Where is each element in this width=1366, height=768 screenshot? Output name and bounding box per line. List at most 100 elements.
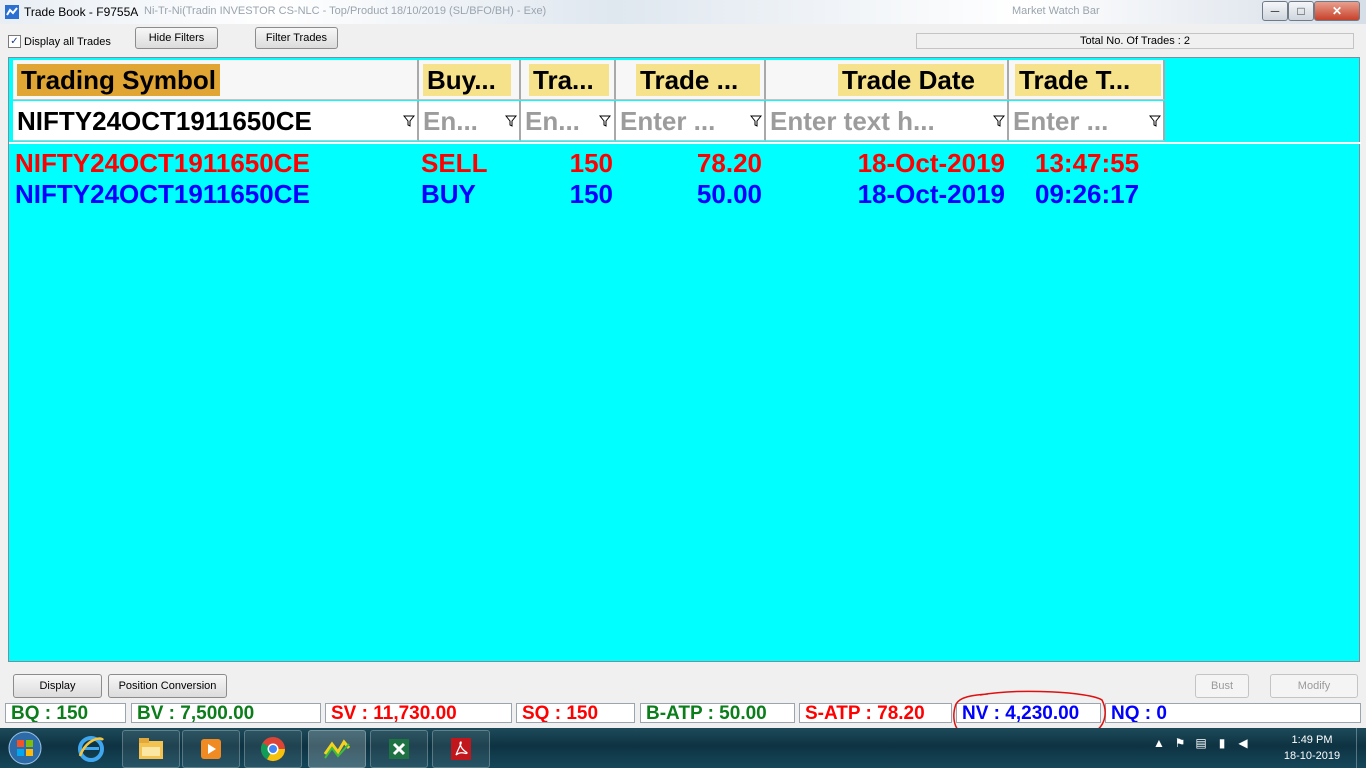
- filter-cell-trade-price[interactable]: Enter ...: [616, 101, 766, 141]
- taskbar-ie[interactable]: [62, 730, 120, 768]
- stat-sell-quantity: SQ : 150: [516, 703, 635, 723]
- taskbar-chrome[interactable]: [244, 730, 302, 768]
- taskbar-explorer[interactable]: [122, 730, 180, 768]
- taskbar-pdf-reader[interactable]: [432, 730, 490, 768]
- stat-buy-atp: B-ATP : 50.00: [640, 703, 795, 723]
- stat-text: NQ : 0: [1111, 703, 1167, 723]
- checkbox-checked-icon[interactable]: ✓: [8, 35, 21, 48]
- modify-button[interactable]: Modify: [1270, 674, 1358, 698]
- filter-text-buy-sell[interactable]: En...: [423, 104, 503, 138]
- filter-funnel-icon[interactable]: [403, 115, 415, 127]
- cell-symbol: NIFTY24OCT1911650CE: [15, 179, 310, 209]
- header-label: Trading Symbol: [17, 64, 221, 96]
- cell-time: 09:26:17: [1035, 179, 1140, 209]
- filter-funnel-icon[interactable]: [599, 115, 611, 127]
- filter-text-trade-price[interactable]: Enter ...: [620, 104, 742, 138]
- hide-filters-label: Hide Filters: [148, 32, 205, 44]
- trade-grid: Trading Symbol Buy... Tra... Trade ... T…: [8, 57, 1361, 662]
- column-header-trading-symbol[interactable]: Trading Symbol: [13, 60, 419, 100]
- filter-text-trade-time[interactable]: Enter ...: [1013, 104, 1141, 138]
- header-label: Buy...: [423, 64, 511, 96]
- stat-sell-atp: S-ATP : 78.20: [799, 703, 952, 723]
- cell-price: 50.00: [696, 179, 762, 209]
- filter-cell-trade-date[interactable]: Enter text h...: [766, 101, 1009, 141]
- show-desktop-button[interactable]: [1356, 728, 1366, 768]
- taskbar-media-player[interactable]: [182, 730, 240, 768]
- column-header-trade-price[interactable]: Trade ...: [616, 60, 766, 100]
- filter-funnel-icon[interactable]: [1149, 115, 1161, 127]
- clock-time: 1:49 PM: [1291, 734, 1333, 746]
- cell-date: 18-Oct-2019: [857, 148, 1005, 178]
- display-button[interactable]: Display: [13, 674, 102, 698]
- filter-funnel-icon[interactable]: [750, 115, 762, 127]
- volume-icon[interactable]: ◀: [1236, 736, 1250, 750]
- minimize-button[interactable]: ─: [1262, 1, 1288, 21]
- background-window-title: Ni-Tr-Ni(Tradin INVESTOR CS-NLC - Top/Pr…: [144, 5, 547, 17]
- action-center-icon[interactable]: ⚑: [1173, 736, 1187, 750]
- stat-text: SQ : 150: [522, 703, 599, 723]
- window-title: Trade Book - F9755A: [24, 5, 139, 19]
- cell-side: BUY: [421, 179, 476, 209]
- column-header-trade-time[interactable]: Trade T...: [1009, 60, 1165, 100]
- excel-icon: [389, 739, 409, 759]
- position-conversion-button[interactable]: Position Conversion: [108, 674, 227, 698]
- app-icon: [5, 5, 19, 19]
- stat-text: S-ATP : 78.20: [805, 703, 925, 723]
- cell-qty: 150: [569, 179, 613, 209]
- modify-label: Modify: [1297, 680, 1331, 692]
- cell-time: 13:47:55: [1035, 148, 1140, 178]
- cell-qty: 150: [569, 148, 613, 178]
- start-button-icon[interactable]: [4, 730, 46, 766]
- header-label: Trade ...: [636, 64, 760, 96]
- stat-sell-value: SV : 11,730.00: [325, 703, 512, 723]
- taskbar-trading-app[interactable]: [308, 730, 366, 768]
- chrome-icon: [260, 737, 285, 762]
- trading-app-icon: [323, 739, 351, 759]
- close-button[interactable]: ✕: [1314, 1, 1360, 21]
- cell-date: 18-Oct-2019: [857, 179, 1005, 209]
- windows-taskbar: ▲ ⚑ ▤ ▮ ◀ 1:49 PM 18-10-2019: [0, 728, 1366, 768]
- show-hidden-icons-icon[interactable]: ▲: [1152, 736, 1166, 750]
- display-label: Display: [39, 680, 76, 692]
- stat-buy-quantity: BQ : 150: [5, 703, 126, 723]
- device-icon[interactable]: ▤: [1194, 736, 1208, 750]
- stat-text: SV : 11,730.00: [331, 703, 457, 723]
- ie-icon: [78, 736, 104, 762]
- total-trades-text: Total No. Of Trades : 2: [1079, 35, 1191, 47]
- filter-text-trade-date[interactable]: Enter text h...: [770, 104, 984, 138]
- cell-symbol: NIFTY24OCT1911650CE: [15, 148, 310, 178]
- filter-text-trading-symbol[interactable]: NIFTY24OCT1911650CE: [17, 104, 312, 138]
- filter-funnel-icon[interactable]: [993, 115, 1005, 127]
- display-all-trades-checkbox[interactable]: ✓ Display all Trades: [8, 35, 111, 48]
- header-label: Tra...: [529, 64, 609, 96]
- bust-label: Bust: [1210, 680, 1233, 692]
- maximize-button[interactable]: □: [1288, 1, 1314, 21]
- filter-cell-trade-time[interactable]: Enter ...: [1009, 101, 1165, 141]
- pdf-icon: [451, 738, 471, 760]
- filter-cell-trade-qty[interactable]: En...: [521, 101, 616, 141]
- column-header-trade-qty[interactable]: Tra...: [521, 60, 616, 100]
- filter-text-trade-qty[interactable]: En...: [525, 104, 595, 138]
- background-window-title-2: Market Watch Bar: [1012, 5, 1100, 17]
- position-conversion-label: Position Conversion: [118, 680, 217, 692]
- stat-text: BQ : 150: [11, 703, 89, 723]
- close-icon: ✕: [1331, 4, 1343, 18]
- filter-cell-trading-symbol[interactable]: NIFTY24OCT1911650CE: [13, 101, 419, 141]
- network-signal-icon[interactable]: ▮: [1215, 736, 1229, 750]
- column-header-buy-sell[interactable]: Buy...: [419, 60, 521, 100]
- filter-cell-buy-sell[interactable]: En...: [419, 101, 521, 141]
- cell-side: SELL: [421, 148, 488, 178]
- filter-trades-label: Filter Trades: [265, 32, 328, 44]
- bust-button[interactable]: Bust: [1195, 674, 1249, 698]
- taskbar-excel[interactable]: [370, 730, 428, 768]
- filter-funnel-icon[interactable]: [505, 115, 517, 127]
- hide-filters-button[interactable]: Hide Filters: [135, 27, 218, 49]
- column-header-trade-date[interactable]: Trade Date: [766, 60, 1009, 100]
- window-title-bar: Trade Book - F9755A Ni-Tr-Ni(Tradin INVE…: [0, 0, 1366, 25]
- system-clock[interactable]: 1:49 PM 18-10-2019: [1272, 732, 1352, 764]
- stat-text: BV : 7,500.00: [137, 703, 255, 723]
- filter-trades-button[interactable]: Filter Trades: [255, 27, 338, 49]
- system-tray: ▲ ⚑ ▤ ▮ ◀: [1152, 736, 1250, 750]
- stat-text: NV : 4,230.00: [962, 703, 1080, 723]
- stat-text: B-ATP : 50.00: [646, 703, 767, 723]
